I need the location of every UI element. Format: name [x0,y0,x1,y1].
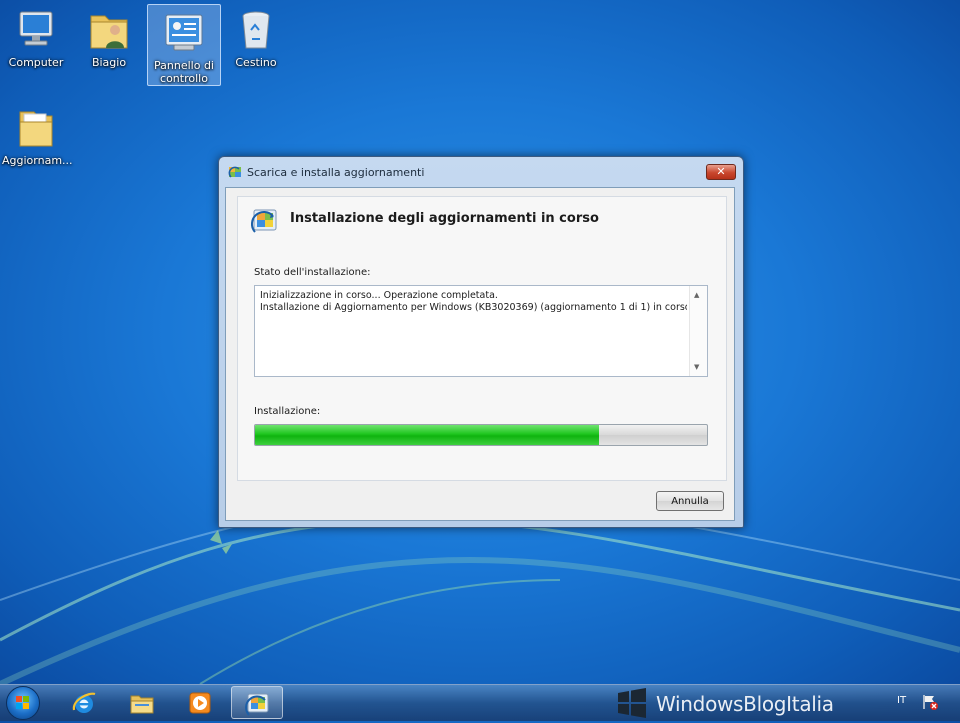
taskbar-media-player[interactable] [174,686,226,719]
windows-update-icon [228,166,241,178]
desktop-icon-computer[interactable]: Computer [0,2,72,69]
desktop-icon-recycle-bin[interactable]: Cestino [220,2,292,69]
dialog-client-area: Installazione degli aggiornamenti in cor… [225,187,735,521]
close-button[interactable]: ✕ [706,164,736,180]
scroll-up-icon[interactable]: ▲ [694,289,699,301]
progress-fill [255,425,599,445]
status-label: Stato dell'installazione: [254,267,371,278]
user-folder-icon [85,6,133,54]
progress-label: Installazione: [254,406,321,417]
installation-progress-bar [254,424,708,446]
windows-logo-icon [16,696,29,709]
windows-update-icon [251,209,277,233]
update-dialog: Scarica e installa aggiornamenti ✕ Insta… [218,156,744,528]
taskbar-internet-explorer[interactable] [58,686,110,719]
taskbar-file-explorer[interactable] [116,686,168,719]
taskbar-windows-update[interactable] [231,686,283,719]
action-center-flag-icon[interactable] [921,693,939,711]
close-icon: ✕ [716,165,726,178]
desktop-icon-label: Pannello di controllo [154,59,214,85]
desktop-icon-control-panel[interactable]: Pannello di controllo [147,4,221,86]
installation-log[interactable]: Inizializzazione in corso... Operazione … [254,285,708,377]
desktop-icon-label: Computer [8,56,64,69]
cancel-button[interactable]: Annulla [656,491,724,511]
content-panel: Installazione degli aggiornamenti in cor… [237,196,727,481]
log-line: Installazione di Aggiornamento per Windo… [260,302,687,313]
dialog-titlebar[interactable]: Scarica e installa aggiornamenti ✕ [219,157,743,187]
log-scrollbar[interactable]: ▲ ▼ [689,286,707,376]
folder-icon [12,104,60,152]
media-player-icon [189,692,211,714]
dialog-heading: Installazione degli aggiornamenti in cor… [290,211,599,226]
language-indicator[interactable]: IT [897,695,906,706]
recycle-bin-icon [232,6,280,54]
file-explorer-icon [130,695,154,714]
taskbar: WindowsBlogItalia IT [0,684,960,721]
control-panel-icon [160,9,208,57]
desktop-icon-label: Cestino [235,56,277,69]
internet-explorer-icon [72,692,96,713]
desktop-icon-label: Biagio [91,56,127,69]
desktop-icon-biagio[interactable]: Biagio [73,2,145,69]
scroll-down-icon[interactable]: ▼ [694,361,699,373]
computer-icon [12,6,60,54]
start-button[interactable] [6,686,40,720]
desktop-icon-updates-folder[interactable]: Aggiornam... [0,100,73,167]
windows-update-icon [245,693,269,716]
brand-name: WindowsBlogItalia [656,692,834,716]
dialog-title: Scarica e installa aggiornamenti [247,166,425,179]
log-line: Inizializzazione in corso... Operazione … [260,290,498,301]
brand-watermark: WindowsBlogItalia [616,687,834,719]
desktop-icon-label: Aggiornam... [2,154,73,167]
windows-logo-icon [618,688,646,718]
